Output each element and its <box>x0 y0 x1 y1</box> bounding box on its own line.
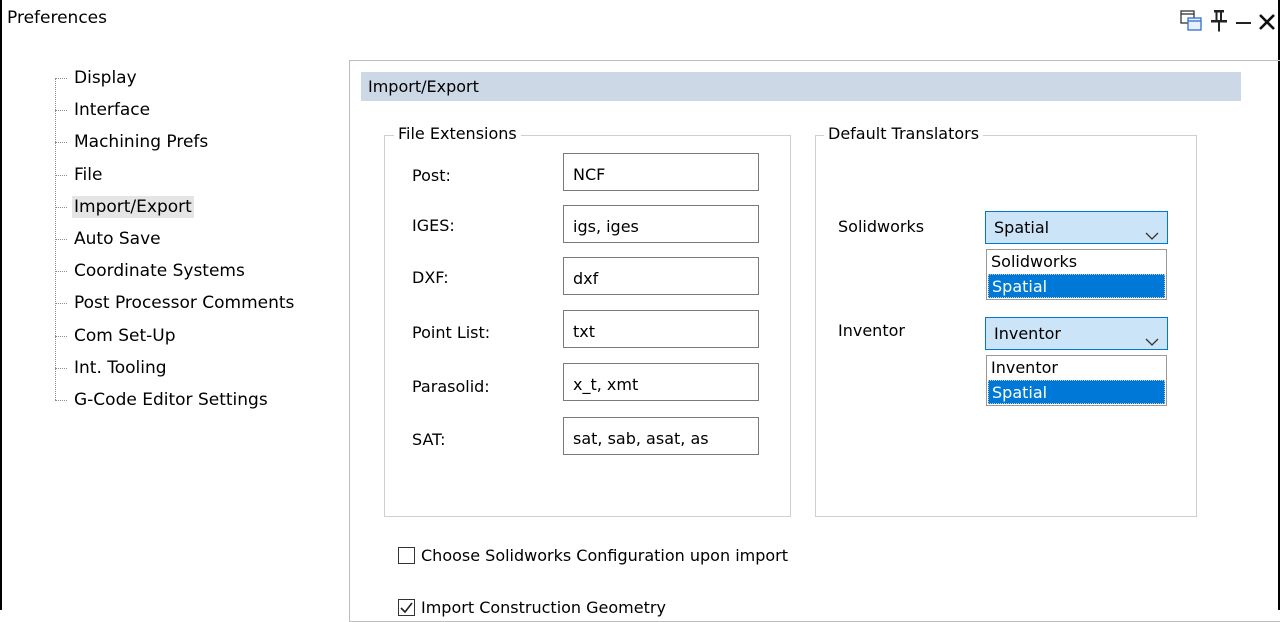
tree-item-label: Int. Tooling <box>74 357 167 378</box>
solidworks-translator-label: Solidworks <box>838 217 925 236</box>
minimize-icon[interactable] <box>1236 22 1251 24</box>
inventor-translator-label: Inventor <box>838 321 905 340</box>
window-border-left <box>0 0 2 610</box>
tree-item-machining-prefs[interactable]: Machining Prefs <box>55 128 355 160</box>
checkmark-icon <box>400 602 413 614</box>
tree-item-label: Com Set-Up <box>74 325 176 346</box>
sat-extension-input[interactable] <box>563 417 759 455</box>
dxf-extension-input[interactable] <box>563 257 759 295</box>
parasolid-label: Parasolid: <box>412 377 490 396</box>
point-list-extension-input[interactable] <box>563 310 759 348</box>
chevron-down-icon <box>1145 327 1159 346</box>
section-header: Import/Export <box>361 72 1241 101</box>
parasolid-extension-input[interactable] <box>563 363 759 401</box>
tree-item-label: Coordinate Systems <box>74 261 245 282</box>
iges-extension-input[interactable] <box>563 205 759 243</box>
checkbox-box[interactable] <box>398 547 415 564</box>
preferences-tree: Display Interface Machining Prefs File I… <box>55 64 355 418</box>
solidworks-translator-select[interactable]: Spatial <box>985 211 1168 244</box>
tree-item-label: Machining Prefs <box>74 132 209 153</box>
window-title: Preferences <box>7 8 107 28</box>
restore-window-icon[interactable] <box>1180 10 1202 32</box>
tree-item-auto-save[interactable]: Auto Save <box>55 225 355 257</box>
post-extension-input[interactable] <box>563 153 759 191</box>
tree-item-label: Interface <box>74 100 151 121</box>
iges-label: IGES: <box>412 216 455 235</box>
tree-item-import-export[interactable]: Import/Export <box>55 193 355 225</box>
dropdown-option-spatial[interactable]: Spatial <box>988 380 1165 404</box>
dropdown-option-inventor[interactable]: Inventor <box>987 356 1166 380</box>
tree-item-label: Post Processor Comments <box>74 293 295 314</box>
selected-value: Inventor <box>994 324 1061 343</box>
title-bar-controls <box>1180 4 1276 36</box>
tree-item-label: G-Code Editor Settings <box>74 389 268 410</box>
tree-item-coordinate-systems[interactable]: Coordinate Systems <box>55 257 355 289</box>
tree-item-com-set-up[interactable]: Com Set-Up <box>55 322 355 354</box>
tree-item-post-processor-comments[interactable]: Post Processor Comments <box>55 289 355 321</box>
tree-item-interface[interactable]: Interface <box>55 96 355 128</box>
inventor-translator-select[interactable]: Inventor <box>985 317 1168 350</box>
tree-item-label: Display <box>74 68 137 88</box>
post-label: Post: <box>412 166 451 185</box>
tree-item-file[interactable]: File <box>55 161 355 193</box>
dxf-label: DXF: <box>412 268 449 287</box>
checkbox-box[interactable] <box>398 599 415 616</box>
checkbox-label: Choose Solidworks Configuration upon imp… <box>421 546 789 565</box>
inventor-translator-dropdown: Inventor Spatial <box>986 355 1167 406</box>
choose-solidworks-config-checkbox[interactable]: Choose Solidworks Configuration upon imp… <box>398 546 788 566</box>
tree-item-label: File <box>74 164 103 185</box>
selected-value: Spatial <box>994 218 1050 237</box>
tree-item-display[interactable]: Display <box>55 64 355 96</box>
tree-item-label: Auto Save <box>74 228 161 249</box>
pin-icon[interactable] <box>1209 9 1229 33</box>
point-list-label: Point List: <box>412 323 491 342</box>
dropdown-option-solidworks[interactable]: Solidworks <box>987 250 1166 274</box>
checkbox-label: Import Construction Geometry <box>421 598 666 617</box>
tree-item-int-tooling[interactable]: Int. Tooling <box>55 354 355 386</box>
file-extensions-title: File Extensions <box>394 124 521 144</box>
solidworks-translator-dropdown: Solidworks Spatial <box>986 249 1167 300</box>
tree-item-g-code-editor-settings[interactable]: G-Code Editor Settings <box>55 386 355 418</box>
sat-label: SAT: <box>412 430 446 449</box>
close-icon[interactable] <box>1258 13 1276 31</box>
dropdown-option-spatial[interactable]: Spatial <box>988 274 1165 298</box>
default-translators-title: Default Translators <box>824 124 984 144</box>
chevron-down-icon <box>1145 221 1159 240</box>
tree-item-label: Import/Export <box>72 195 194 218</box>
import-construction-geometry-checkbox[interactable]: Import Construction Geometry <box>398 598 666 618</box>
